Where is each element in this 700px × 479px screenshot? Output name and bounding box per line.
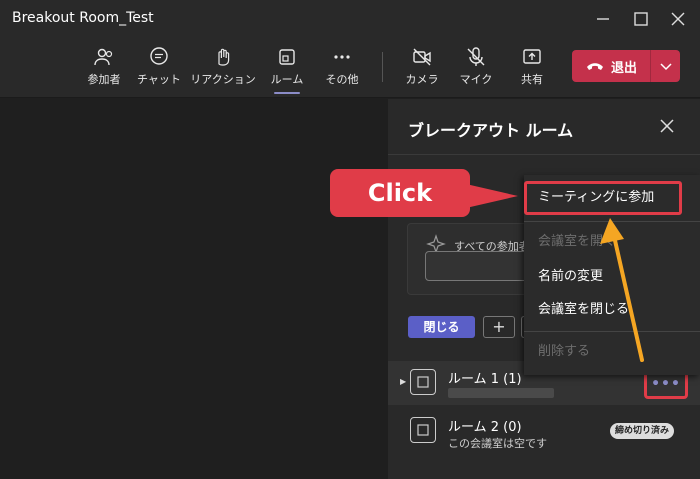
panel-divider [388, 154, 700, 155]
panel-title: ブレークアウト ルーム [408, 121, 574, 140]
click-callout: Click [330, 169, 470, 217]
room-icon [410, 417, 436, 443]
participants-label: 参加者 [87, 73, 121, 86]
more-icon [334, 55, 350, 59]
room-icon [279, 49, 295, 65]
room-name: ルーム 1 (1) [448, 372, 522, 387]
window-title: Breakout Room_Test [12, 10, 154, 26]
maximize-icon[interactable] [630, 8, 652, 30]
room-row[interactable]: ルーム 2 (0) この会議室は空です 締め切り済み [388, 409, 700, 453]
callout-tail [466, 184, 518, 208]
leave-button-group: 退出 [572, 50, 680, 82]
camera-off-icon [413, 48, 431, 66]
title-bar: Breakout Room_Test [0, 0, 700, 38]
share-label: 共有 [521, 73, 543, 86]
chat-label: チャット [137, 73, 181, 86]
reactions-label: リアクション [190, 73, 256, 86]
caret-right-icon[interactable]: ▶ [400, 377, 406, 386]
chat-button[interactable]: チャット [134, 46, 184, 92]
mic-off-icon [467, 47, 485, 66]
redacted-participant [448, 388, 554, 398]
rooms-button[interactable]: ルーム [268, 46, 306, 94]
hand-icon [218, 48, 230, 66]
leave-button[interactable]: 退出 [572, 50, 650, 82]
chevron-down-icon [659, 63, 672, 71]
mic-label: マイク [459, 73, 493, 86]
more-button[interactable]: その他 [320, 46, 364, 92]
close-rooms-button[interactable]: 閉じる [408, 316, 475, 338]
room-icon [410, 369, 436, 395]
leave-label: 退出 [610, 60, 637, 76]
panel-close-icon[interactable] [656, 115, 678, 137]
chat-icon [150, 47, 168, 65]
add-room-button[interactable]: + [483, 316, 515, 338]
room-more-options-button[interactable]: ••• [644, 371, 688, 399]
people-icon [94, 48, 113, 66]
minimize-icon[interactable] [592, 8, 614, 30]
camera-button[interactable]: カメラ [402, 46, 442, 92]
rooms-label: ルーム [270, 73, 304, 86]
active-tab-indicator [274, 92, 300, 94]
window-close-icon[interactable] [667, 8, 689, 30]
camera-label: カメラ [405, 73, 439, 86]
leave-options-button[interactable] [651, 50, 680, 82]
closed-badge: 締め切り済み [610, 423, 675, 439]
room-name: ルーム 2 (0) [448, 420, 522, 435]
annotation-arrow [600, 218, 644, 362]
phone-hangup-icon [586, 63, 603, 70]
share-button[interactable]: 共有 [512, 46, 552, 92]
toolbar-separator [382, 52, 383, 82]
room-status-text: この会議室は空です [448, 437, 547, 450]
mic-button[interactable]: マイク [456, 46, 496, 92]
share-icon [523, 49, 541, 64]
reactions-button[interactable]: リアクション [190, 46, 256, 92]
more-label: その他 [325, 73, 359, 86]
participants-button[interactable]: 参加者 [84, 46, 124, 92]
meeting-toolbar: 参加者 チャット リアクション ルーム その他 カメラ マイク 共有 退出 [0, 38, 700, 98]
